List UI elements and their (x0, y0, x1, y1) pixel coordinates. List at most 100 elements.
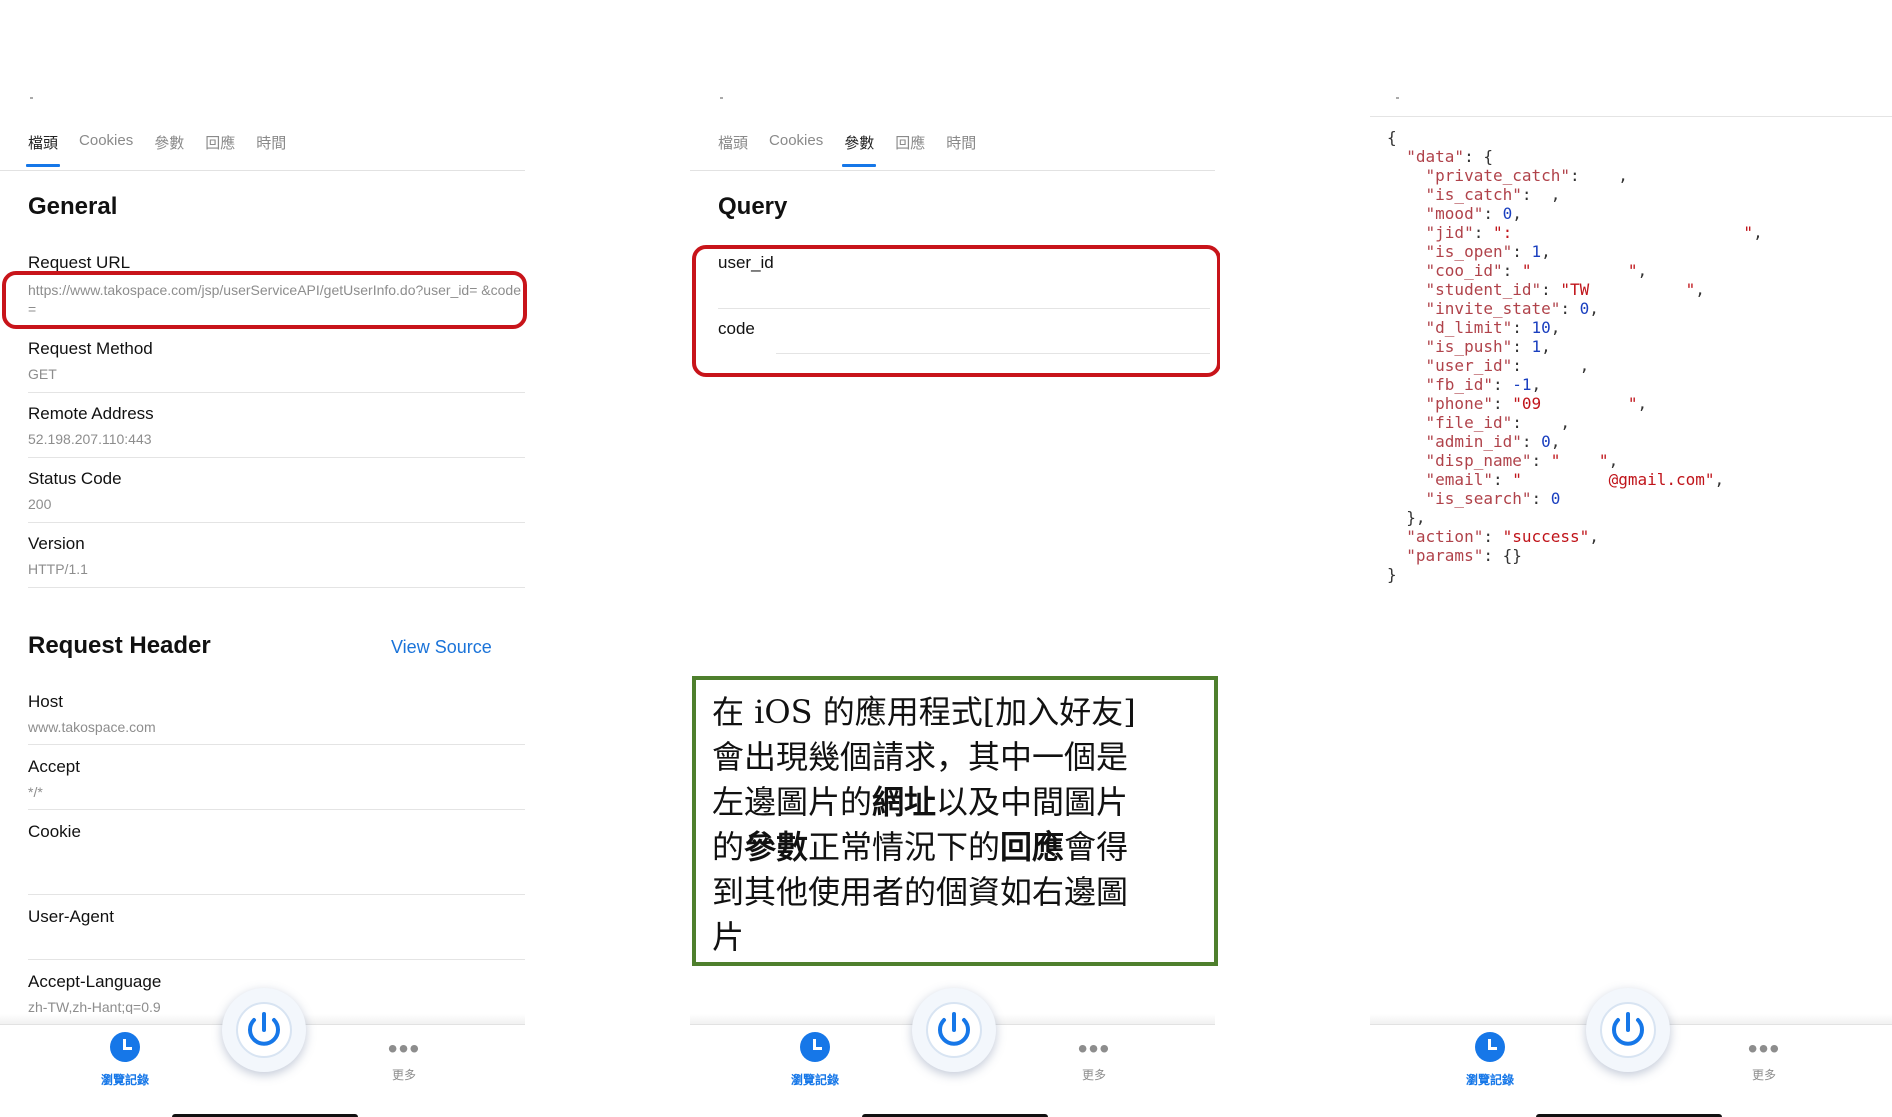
tab-more[interactable]: ••• 更多 (1734, 1033, 1794, 1083)
more-icon: ••• (1077, 1033, 1111, 1064)
cookie-field: Cookie (28, 822, 525, 842)
json-line: "is_catch": , (1425, 185, 1561, 204)
user-agent-label: User-Agent (28, 907, 114, 926)
tabs-divider (0, 170, 525, 171)
power-icon (236, 1002, 292, 1058)
history-label: 瀏覽記錄 (100, 1073, 149, 1087)
host-field: Host www.takospace.com (28, 692, 525, 737)
version-value: HTTP/1.1 (28, 561, 88, 577)
tab-timing[interactable]: 時間 (256, 132, 286, 167)
tab-timing[interactable]: 時間 (946, 132, 976, 167)
version-field: Version HTTP/1.1 (28, 534, 525, 579)
request-method-field: Request Method GET (28, 339, 525, 384)
divider (28, 894, 525, 895)
json-line: "is_search": 0 (1425, 489, 1561, 508)
more-icon: ••• (387, 1033, 421, 1064)
power-button[interactable] (222, 988, 306, 1072)
divider (28, 522, 525, 523)
json-line: "file_id": , (1425, 413, 1571, 432)
more-label: 更多 (1751, 1068, 1776, 1082)
accept-label: Accept (28, 757, 80, 776)
accept-value: */* (28, 784, 43, 800)
history-label: 瀏覽記錄 (790, 1073, 839, 1087)
power-button[interactable] (912, 988, 996, 1072)
tab-cookies[interactable]: Cookies (769, 132, 823, 167)
note-line: 的參數正常情況下的回應會得 (712, 828, 1129, 866)
status-dot (1396, 97, 1399, 99)
json-line: "invite_state": 0, (1425, 299, 1599, 318)
json-line: "admin_id": 0, (1425, 432, 1561, 451)
tab-bar: 檔頭 Cookies 參數 回應 時間 (718, 132, 997, 167)
request-method-label: Request Method (28, 339, 153, 358)
note-line: 左邊圖片的網址以及中間圖片 (712, 783, 1129, 821)
power-icon (1600, 1002, 1656, 1058)
history-label: 瀏覽記錄 (1465, 1073, 1514, 1087)
json-line: "coo_id": " ", (1425, 261, 1648, 280)
view-source-link[interactable]: View Source (391, 637, 492, 658)
tab-response[interactable]: 回應 (895, 132, 925, 167)
power-button[interactable] (1586, 988, 1670, 1072)
section-request-header-title: Request Header (28, 632, 211, 659)
tab-more[interactable]: ••• 更多 (374, 1033, 434, 1083)
json-line: "user_id": , (1425, 356, 1590, 375)
status-dot (30, 97, 33, 99)
note-line: 片 (712, 918, 745, 956)
json-line: "jid": ": ", (1425, 223, 1763, 242)
tabs-divider (690, 170, 1215, 171)
host-label: Host (28, 692, 63, 711)
request-method-value: GET (28, 366, 57, 382)
cookie-label: Cookie (28, 822, 81, 841)
clock-icon (1475, 1032, 1505, 1062)
tab-params[interactable]: 參數 (842, 132, 877, 167)
note-line: 到其他使用者的個資如右邊圖 (712, 873, 1129, 911)
tab-more[interactable]: ••• 更多 (1064, 1033, 1124, 1083)
note-line: 在 iOS 的應用程式[加入好友] (712, 693, 1136, 731)
tab-headers[interactable]: 檔頭 (718, 132, 748, 167)
more-label: 更多 (391, 1068, 416, 1082)
remote-address-field: Remote Address 52.198.207.110:443 (28, 404, 525, 449)
json-line: "student_id": "TW ", (1425, 280, 1705, 299)
json-line: } (1387, 565, 1397, 584)
response-json: { "data": { "private_catch": , "is_catch… (1387, 128, 1763, 584)
json-line: "mood": 0, (1425, 204, 1522, 223)
tab-history[interactable]: 瀏覽記錄 (1450, 1032, 1530, 1088)
tab-cookies[interactable]: Cookies (79, 132, 133, 167)
more-label: 更多 (1081, 1068, 1106, 1082)
json-line: "private_catch": , (1425, 166, 1628, 185)
remote-address-value: 52.198.207.110:443 (28, 431, 152, 447)
tab-bar: 檔頭 Cookies 參數 回應 時間 (25, 132, 307, 167)
headers-panel: 檔頭 Cookies 參數 回應 時間 General Request URL … (0, 0, 530, 1117)
json-line: "d_limit": 10, (1425, 318, 1561, 337)
tab-history[interactable]: 瀏覽記錄 (775, 1032, 855, 1088)
section-general-title: General (28, 193, 118, 220)
tab-response[interactable]: 回應 (205, 132, 235, 167)
user-agent-field: User-Agent (28, 907, 525, 927)
request-url-label: Request URL (28, 253, 131, 272)
json-line: "params": {} (1406, 546, 1522, 565)
more-icon: ••• (1747, 1033, 1781, 1064)
divider (28, 744, 525, 745)
note-line: 會出現幾個請求，其中一個是 (712, 738, 1129, 776)
tab-headers[interactable]: 檔頭 (25, 132, 61, 167)
tab-history[interactable]: 瀏覽記錄 (85, 1032, 165, 1088)
version-label: Version (28, 534, 85, 553)
json-line: "disp_name": " ", (1425, 451, 1619, 470)
divider (28, 587, 525, 588)
status-code-label: Status Code (28, 469, 122, 488)
host-value: www.takospace.com (28, 719, 156, 735)
json-line: "is_open": 1, (1425, 242, 1551, 261)
section-query-title: Query (718, 193, 788, 220)
status-code-field: Status Code 200 (28, 469, 525, 514)
json-line: { (1387, 128, 1397, 147)
clock-icon (800, 1032, 830, 1062)
json-line: "email": " @gmail.com", (1425, 470, 1725, 489)
divider (28, 959, 525, 960)
annotation-note: 在 iOS 的應用程式[加入好友] 會出現幾個請求，其中一個是 左邊圖片的網址以… (692, 676, 1218, 966)
url-highlight-box (2, 271, 527, 329)
status-dot (720, 97, 723, 99)
status-code-value: 200 (28, 496, 52, 512)
tab-params[interactable]: 參數 (154, 132, 184, 167)
divider (28, 392, 525, 393)
accept-field: Accept */* (28, 757, 525, 802)
json-line: "data": { (1406, 147, 1493, 166)
